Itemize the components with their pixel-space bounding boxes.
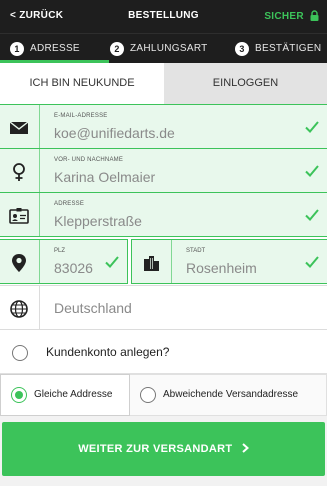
create-account-option[interactable]: Kundenkonto anlegen? <box>0 330 327 374</box>
different-address-option[interactable]: Abweichende Versandadresse <box>130 374 327 416</box>
step-number: 3 <box>235 42 249 56</box>
field-divider <box>39 105 40 148</box>
field-divider <box>171 240 172 283</box>
top-bar: < ZURÜCK BESTELLUNG SICHER <box>0 0 327 33</box>
secure-badge: SICHER <box>264 10 319 22</box>
tab-new-customer[interactable]: ICH BIN NEUKUNDE <box>0 63 164 104</box>
map-pin-icon <box>12 254 26 272</box>
check-icon <box>305 209 319 221</box>
customer-tabs: ICH BIN NEUKUNDE EINLOGGEN <box>0 63 327 104</box>
female-icon <box>13 163 25 181</box>
create-account-radio[interactable] <box>12 345 28 361</box>
step-address[interactable]: 1 ADRESSE <box>10 42 80 56</box>
step-confirm[interactable]: 3 BESTÄTIGEN <box>235 42 321 56</box>
country-value[interactable]: Deutschland <box>54 300 132 316</box>
buildings-icon <box>144 256 159 271</box>
address-field[interactable]: ADRESSE Klepperstraße <box>0 192 327 237</box>
create-account-label: Kundenkonto anlegen? <box>46 345 170 359</box>
address-caption: ADRESSE <box>54 201 85 207</box>
same-address-radio[interactable] <box>11 387 27 403</box>
name-value[interactable]: Karina Oelmaier <box>54 169 155 185</box>
checkout-steps: 1 ADRESSE 2 ZAHLUNGSART 3 BESTÄTIGEN <box>0 33 327 63</box>
tab-login[interactable]: EINLOGGEN <box>164 63 327 104</box>
check-icon <box>305 256 319 268</box>
field-divider <box>39 240 40 283</box>
step-label: ZAHLUNGSART <box>130 43 208 54</box>
same-address-label: Gleiche Addresse <box>34 389 113 400</box>
zip-value[interactable]: 83026 <box>54 260 93 276</box>
globe-icon <box>10 300 28 318</box>
city-caption: STADT <box>186 248 206 254</box>
field-divider <box>39 286 40 329</box>
address-value[interactable]: Klepperstraße <box>54 213 142 229</box>
field-divider <box>39 149 40 192</box>
same-address-option[interactable]: Gleiche Addresse <box>0 374 130 416</box>
id-card-icon <box>9 208 29 224</box>
lock-icon <box>310 10 319 21</box>
name-caption: VOR- UND NACHNAME <box>54 157 124 163</box>
step-payment[interactable]: 2 ZAHLUNGSART <box>110 42 208 56</box>
different-address-label: Abweichende Versandadresse <box>163 389 299 400</box>
city-field[interactable]: STADT Rosenheim <box>131 239 327 284</box>
country-select[interactable]: Deutschland <box>0 285 327 330</box>
address-form: E-MAIL-ADRESSE koe@unifiedarts.de VOR- U… <box>0 104 327 330</box>
different-address-radio[interactable] <box>140 387 156 403</box>
step-label: ADRESSE <box>30 43 80 54</box>
step-label: BESTÄTIGEN <box>255 43 322 54</box>
continue-to-shipping-button[interactable]: WEITER ZUR VERSANDART <box>2 422 325 476</box>
city-value[interactable]: Rosenheim <box>186 260 257 276</box>
check-icon <box>305 121 319 133</box>
envelope-icon <box>9 121 29 134</box>
email-caption: E-MAIL-ADRESSE <box>54 113 108 119</box>
step-number: 1 <box>10 42 24 56</box>
chevron-right-icon <box>242 443 249 453</box>
continue-button-label: WEITER ZUR VERSANDART <box>78 443 233 455</box>
zip-caption: PLZ <box>54 248 66 254</box>
step-number: 2 <box>110 42 124 56</box>
check-icon <box>105 256 119 268</box>
email-value[interactable]: koe@unifiedarts.de <box>54 125 175 141</box>
check-icon <box>305 165 319 177</box>
name-field[interactable]: VOR- UND NACHNAME Karina Oelmaier <box>0 148 327 193</box>
field-divider <box>39 193 40 236</box>
secure-label: SICHER <box>264 11 304 22</box>
zip-field[interactable]: PLZ 83026 <box>0 239 128 284</box>
email-field[interactable]: E-MAIL-ADRESSE koe@unifiedarts.de <box>0 104 327 149</box>
